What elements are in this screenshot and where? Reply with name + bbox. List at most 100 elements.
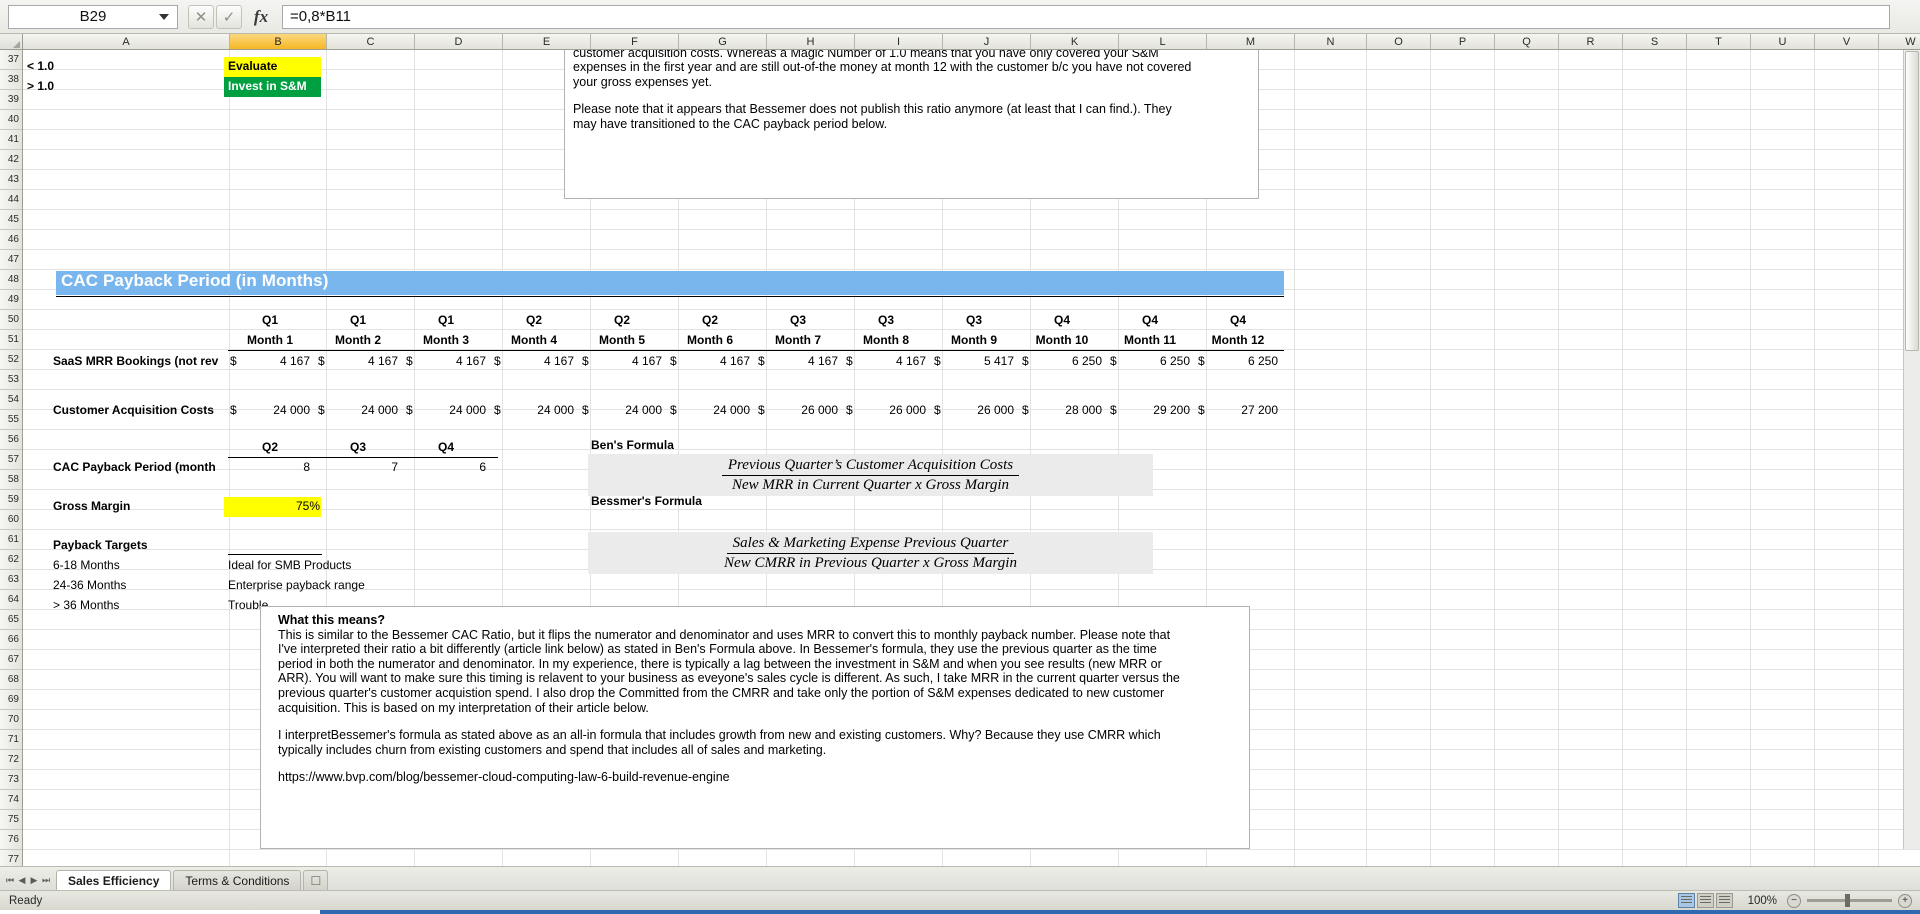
mrr-value-7[interactable]: 4 167 <box>756 353 838 369</box>
cac-value-5[interactable]: 24 000 <box>580 402 662 418</box>
row-header-74[interactable]: 74 <box>0 790 22 810</box>
cell-a50[interactable]: SaaS MRR Bookings (not rev <box>53 353 231 369</box>
name-box[interactable]: B29 <box>8 4 178 29</box>
zoom-in-icon[interactable]: + <box>1898 893 1912 908</box>
column-header-q[interactable]: Q <box>1495 34 1559 49</box>
row-header-43[interactable]: 43 <box>0 170 22 190</box>
column-header-s[interactable]: S <box>1623 34 1687 49</box>
column-header-h[interactable]: H <box>767 34 855 49</box>
column-header-o[interactable]: O <box>1367 34 1431 49</box>
row-header-38[interactable]: 38 <box>0 70 22 90</box>
cell-a61[interactable]: 24-36 Months <box>53 577 223 593</box>
row-header-52[interactable]: 52 <box>0 350 22 370</box>
row-header-45[interactable]: 45 <box>0 210 22 230</box>
row-header-64[interactable]: 64 <box>0 590 22 610</box>
new-sheet-icon[interactable]: ☐ <box>303 870 329 890</box>
cell-a62[interactable]: > 36 Months <box>53 597 223 613</box>
chevron-down-icon[interactable] <box>159 13 169 20</box>
row-header-57[interactable]: 57 <box>0 450 22 470</box>
first-sheet-icon[interactable]: ⏮ <box>4 873 16 887</box>
row-header-70[interactable]: 70 <box>0 710 22 730</box>
row-header-47[interactable]: 47 <box>0 250 22 270</box>
row-header-59[interactable]: 59 <box>0 490 22 510</box>
cac-value-4[interactable]: 24 000 <box>492 402 574 418</box>
column-header-f[interactable]: F <box>591 34 679 49</box>
column-header-e[interactable]: E <box>503 34 591 49</box>
row-header-75[interactable]: 75 <box>0 810 22 830</box>
row-header-39[interactable]: 39 <box>0 90 22 110</box>
column-header-v[interactable]: V <box>1815 34 1879 49</box>
row-header-48[interactable]: 48 <box>0 270 22 290</box>
cac-value-9[interactable]: 26 000 <box>932 402 1014 418</box>
column-header-m[interactable]: M <box>1207 34 1295 49</box>
column-header-r[interactable]: R <box>1559 34 1623 49</box>
view-page-layout-icon[interactable] <box>1697 893 1714 908</box>
column-header-k[interactable]: K <box>1031 34 1119 49</box>
spreadsheet-grid[interactable]: ABCDEFGHIJKLMNOPQRSTUVW 37 38 39 40 41 42 43 44… <box>0 34 1920 866</box>
row-header-42[interactable]: 42 <box>0 150 22 170</box>
zoom-out-icon[interactable]: − <box>1787 893 1801 908</box>
column-header-c[interactable]: C <box>327 34 415 49</box>
mrr-value-5[interactable]: 4 167 <box>580 353 662 369</box>
insert-function-icon[interactable]: fx <box>244 7 278 27</box>
row-header-73[interactable]: 73 <box>0 770 22 790</box>
column-header-n[interactable]: N <box>1295 34 1367 49</box>
vertical-scroll-thumb[interactable] <box>1905 51 1919 351</box>
row-header-63[interactable]: 63 <box>0 570 22 590</box>
cell-b61[interactable]: Enterprise payback range <box>228 577 508 593</box>
mrr-value-12[interactable]: 6 250 <box>1196 353 1278 369</box>
cell-b37[interactable]: Evaluate <box>228 58 323 74</box>
cac-value-10[interactable]: 28 000 <box>1020 402 1102 418</box>
row-header-77[interactable]: 77 <box>0 850 22 866</box>
column-header-b[interactable]: B <box>230 34 327 49</box>
row-header-37[interactable]: 37 <box>0 50 22 70</box>
column-header-g[interactable]: G <box>679 34 767 49</box>
view-normal-icon[interactable] <box>1678 893 1695 908</box>
cancel-icon[interactable]: ✕ <box>188 4 214 29</box>
payback-value-1[interactable]: 8 <box>228 459 310 475</box>
zoom-slider[interactable] <box>1807 894 1892 907</box>
mrr-value-3[interactable]: 4 167 <box>404 353 486 369</box>
mrr-value-8[interactable]: 4 167 <box>844 353 926 369</box>
cell-b57[interactable]: 75% <box>228 498 320 514</box>
cac-value-2[interactable]: 24 000 <box>316 402 398 418</box>
column-header-u[interactable]: U <box>1751 34 1815 49</box>
row-header-69[interactable]: 69 <box>0 690 22 710</box>
mrr-value-1[interactable]: 4 167 <box>228 353 310 369</box>
row-header-54[interactable]: 54 <box>0 390 22 410</box>
cell-a37[interactable]: < 1.0 <box>27 58 217 74</box>
select-all-corner[interactable] <box>0 34 23 49</box>
row-header-72[interactable]: 72 <box>0 750 22 770</box>
cell-a55[interactable]: CAC Payback Period (month <box>53 459 231 475</box>
cac-value-8[interactable]: 26 000 <box>844 402 926 418</box>
row-header-60[interactable]: 60 <box>0 510 22 530</box>
cell-b38[interactable]: Invest in S&M <box>228 78 323 94</box>
row-header-41[interactable]: 41 <box>0 130 22 150</box>
column-header-p[interactable]: P <box>1431 34 1495 49</box>
row-header-56[interactable]: 56 <box>0 430 22 450</box>
cell-a60[interactable]: 6-18 Months <box>53 557 223 573</box>
payback-value-2[interactable]: 7 <box>316 459 398 475</box>
column-header-l[interactable]: L <box>1119 34 1207 49</box>
cac-value-7[interactable]: 26 000 <box>756 402 838 418</box>
cell-a38[interactable]: > 1.0 <box>27 78 217 94</box>
row-header-40[interactable]: 40 <box>0 110 22 130</box>
row-header-58[interactable]: 58 <box>0 470 22 490</box>
mrr-value-6[interactable]: 4 167 <box>668 353 750 369</box>
formula-input[interactable]: =0,8*B11 <box>282 4 1890 29</box>
cac-value-6[interactable]: 24 000 <box>668 402 750 418</box>
mrr-value-9[interactable]: 5 417 <box>932 353 1014 369</box>
vertical-scrollbar[interactable]: ▲ <box>1903 34 1920 849</box>
cac-value-3[interactable]: 24 000 <box>404 402 486 418</box>
row-header-68[interactable]: 68 <box>0 670 22 690</box>
cell-b60[interactable]: Ideal for SMB Products <box>228 557 508 573</box>
view-page-break-icon[interactable] <box>1716 893 1733 908</box>
column-header-t[interactable]: T <box>1687 34 1751 49</box>
mrr-value-10[interactable]: 6 250 <box>1020 353 1102 369</box>
mrr-value-11[interactable]: 6 250 <box>1108 353 1190 369</box>
cell-a57[interactable]: Gross Margin <box>53 498 231 514</box>
row-header-76[interactable]: 76 <box>0 830 22 850</box>
zoom-slider-knob[interactable] <box>1845 894 1850 907</box>
sheet-tab-sales-efficiency[interactable]: Sales Efficiency <box>56 870 172 890</box>
cac-value-12[interactable]: 27 200 <box>1196 402 1278 418</box>
